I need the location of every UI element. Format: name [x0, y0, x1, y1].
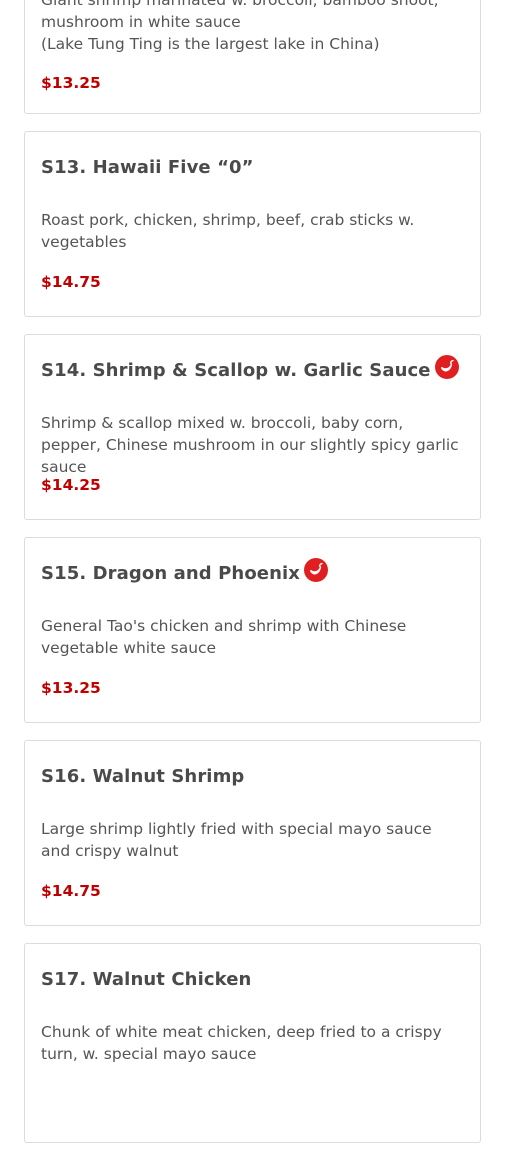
- item-description-line: (Lake Tung Ting is the largest lake in C…: [41, 35, 380, 53]
- item-title: S14. Shrimp & Scallop w. Garlic Sauce: [41, 359, 431, 381]
- item-description: Shrimp & scallop mixed w. broccoli, baby…: [41, 414, 459, 476]
- item-description-line: Giant shrimp marinated w. broccoli, bamb…: [41, 0, 439, 9]
- item-description: Large shrimp lightly fried with special …: [41, 820, 432, 860]
- item-title: S15. Dragon and Phoenix: [41, 562, 301, 584]
- menu-item-card[interactable]: S16. Walnut Shrimp Large shrimp lightly …: [24, 740, 481, 926]
- chili-pepper-icon: [304, 558, 329, 582]
- menu-item-card[interactable]: S17. Walnut Chicken Chunk of white meat …: [24, 943, 481, 1143]
- chili-pepper-icon: [434, 355, 459, 379]
- menu-item-card[interactable]: S15. Dragon and Phoenix General Tao's ch…: [24, 537, 481, 723]
- item-title: S13. Hawaii Five “0”: [41, 156, 254, 178]
- item-price: $14.75: [41, 273, 101, 291]
- item-description: General Tao's chicken and shrimp with Ch…: [41, 617, 407, 657]
- menu-item-list: Giant shrimp marinated w. broccoli, bamb…: [24, 0, 481, 1160]
- menu-item-card[interactable]: Giant shrimp marinated w. broccoli, bamb…: [24, 0, 481, 114]
- item-description-line: mushroom in white sauce: [41, 13, 241, 31]
- item-price: $14.25: [41, 476, 101, 494]
- item-title: S17. Walnut Chicken: [41, 968, 252, 990]
- item-price: $14.75: [41, 882, 101, 900]
- menu-item-card[interactable]: S13. Hawaii Five “0” Roast pork, chicken…: [24, 131, 481, 317]
- item-title: S16. Walnut Shrimp: [41, 765, 245, 787]
- item-description: Roast pork, chicken, shrimp, beef, crab …: [41, 211, 415, 251]
- menu-item-card[interactable]: S14. Shrimp & Scallop w. Garlic Sauce Sh…: [24, 334, 481, 520]
- item-price: $13.25: [41, 74, 101, 92]
- item-description: Giant shrimp marinated w. broccoli, bamb…: [41, 0, 464, 55]
- item-price: $13.25: [41, 679, 101, 697]
- item-description: Chunk of white meat chicken, deep fried …: [41, 1023, 442, 1063]
